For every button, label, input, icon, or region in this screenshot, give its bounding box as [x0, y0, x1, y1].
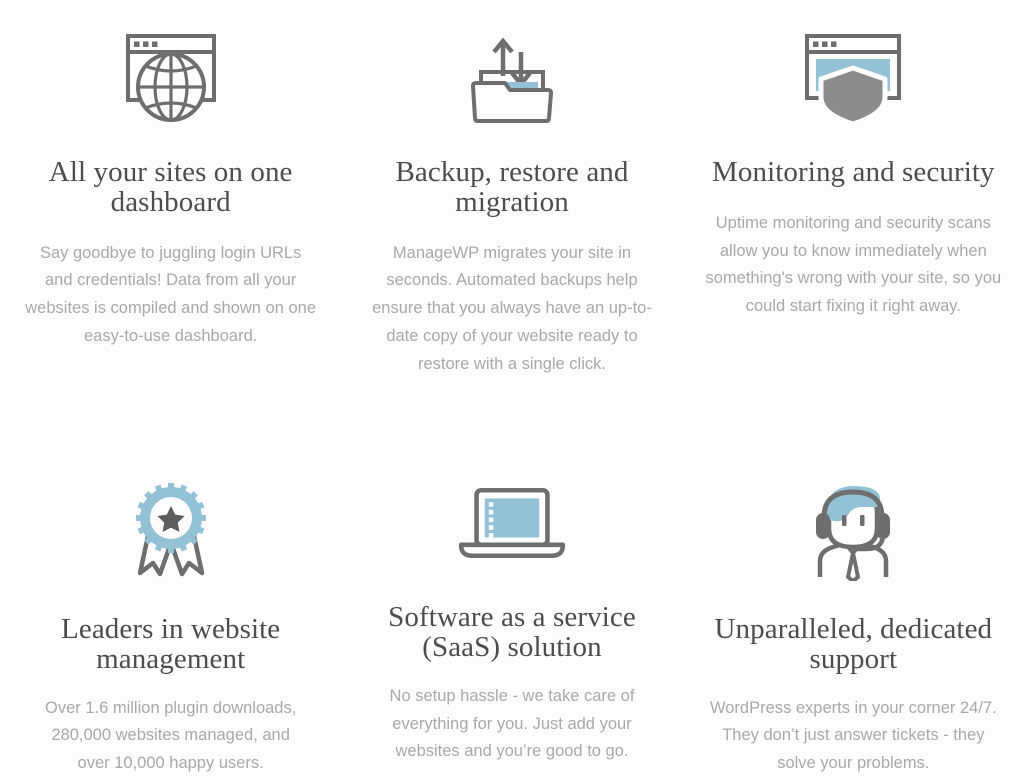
feature-description: Say goodbye to juggling login URLs and c…	[25, 243, 317, 345]
feature-description: WordPress experts in your corner 24/7. T…	[709, 698, 997, 773]
award-ribbon-star-icon	[111, 479, 231, 579]
feature-description: ManageWP migrates your site in seconds. …	[372, 243, 652, 373]
browser-globe-icon	[111, 22, 231, 134]
feature-title: Leaders in website management	[61, 613, 281, 675]
feature-description: No setup hassle - we take care of everyt…	[389, 686, 635, 761]
feature-card-support: Unparalleled, dedicated support WordPres…	[683, 431, 1024, 772]
feature-description: Uptime monitoring and security scans all…	[705, 213, 1002, 316]
feature-card-dashboard: All your sites on one dashboard Say good…	[0, 0, 341, 431]
browser-shield-icon	[793, 22, 913, 134]
laptop-icon	[452, 479, 572, 567]
folder-upload-download-icon	[452, 22, 572, 134]
feature-title: All your sites on one dashboard	[48, 156, 293, 218]
feature-card-leaders: Leaders in website management Over 1.6 m…	[0, 431, 341, 772]
feature-title: Monitoring and security	[712, 156, 995, 188]
feature-description: Over 1.6 million plugin downloads, 280,0…	[45, 698, 297, 773]
feature-title: Software as a service (SaaS) solution	[388, 601, 636, 663]
features-grid: All your sites on one dashboard Say good…	[0, 0, 1024, 772]
feature-card-saas: Software as a service (SaaS) solution No…	[341, 431, 682, 766]
feature-card-monitoring: Monitoring and security Uptime monitorin…	[683, 0, 1024, 431]
feature-card-backup: Backup, restore and migration ManageWP m…	[341, 0, 682, 431]
feature-title: Backup, restore and migration	[395, 156, 629, 218]
support-agent-headset-icon	[793, 479, 913, 581]
feature-title: Unparalleled, dedicated support	[714, 613, 993, 675]
